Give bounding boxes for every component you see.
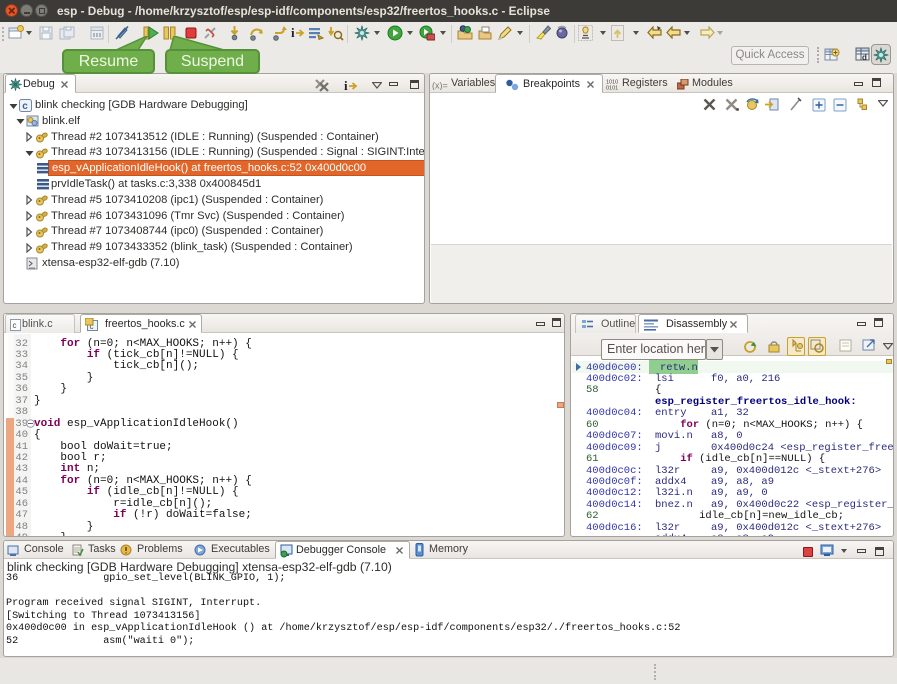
svg-text:(x)=: (x)= — [432, 81, 448, 91]
svg-text:i: i — [344, 78, 348, 93]
svg-text:d: d — [862, 53, 867, 62]
svg-text:c: c — [13, 321, 17, 330]
svg-text:c: c — [22, 101, 28, 112]
svg-text:i: i — [291, 25, 295, 40]
svg-text:0101: 0101 — [606, 86, 618, 91]
